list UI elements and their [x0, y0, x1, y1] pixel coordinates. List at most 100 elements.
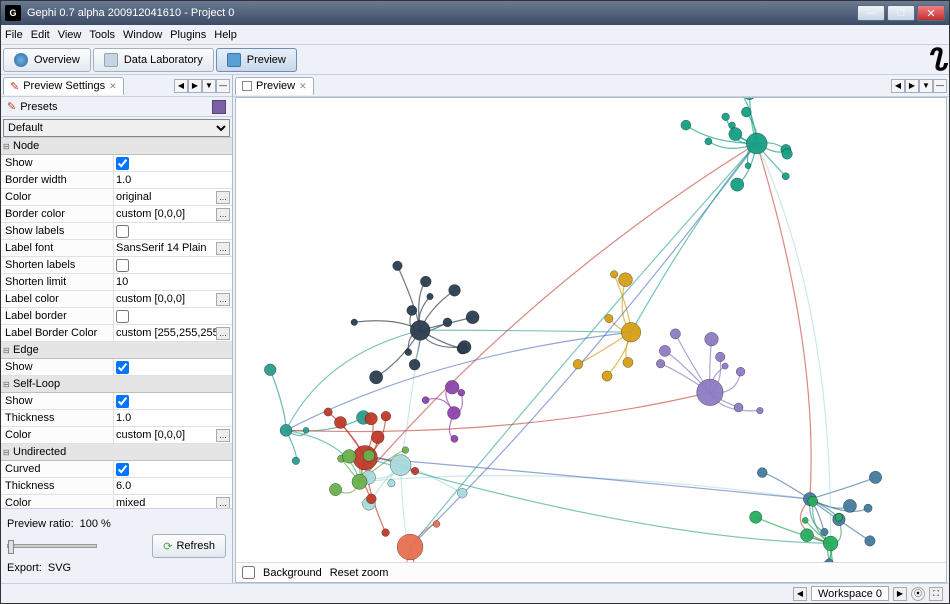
property-group-edge[interactable]: ⊟Edge	[1, 342, 232, 359]
maximize-button[interactable]: □	[887, 5, 915, 21]
property-value[interactable]: custom [0,0,0]…	[113, 291, 232, 307]
property-value[interactable]	[113, 461, 232, 477]
timeline-icon[interactable]: ⦿	[911, 587, 925, 601]
property-row: Border colorcustom [0,0,0]…	[1, 206, 232, 223]
property-checkbox[interactable]	[116, 157, 129, 170]
property-row: Label Border Colorcustom [255,255,255]…	[1, 325, 232, 342]
property-value[interactable]: 10	[113, 274, 232, 290]
property-value[interactable]	[113, 223, 232, 239]
property-edit-button[interactable]: …	[216, 191, 230, 204]
panel-dropdown-button[interactable]: ▼	[202, 79, 216, 93]
presets-label: Presets	[20, 101, 57, 113]
menu-view[interactable]: View	[58, 29, 82, 41]
property-label: Show	[1, 359, 113, 375]
menu-window[interactable]: Window	[123, 29, 162, 41]
minimize-button[interactable]: —	[857, 5, 885, 21]
network-graph	[236, 98, 946, 583]
property-row: Show	[1, 155, 232, 172]
preview-settings-tab[interactable]: ✎ Preview Settings ✕	[3, 77, 124, 95]
property-label: Thickness	[1, 478, 113, 494]
menu-tools[interactable]: Tools	[89, 29, 115, 41]
workspace-label[interactable]: Workspace 0	[811, 586, 889, 601]
property-list[interactable]: ⊟NodeShowBorder width1.0Colororiginal…Bo…	[1, 137, 232, 508]
panel-next-button[interactable]: ▶	[188, 79, 202, 93]
property-checkbox[interactable]	[116, 310, 129, 323]
property-value[interactable]	[113, 155, 232, 171]
close-tab-icon[interactable]: ✕	[299, 81, 307, 92]
export-format-link[interactable]: SVG	[48, 562, 71, 574]
menu-plugins[interactable]: Plugins	[170, 29, 206, 41]
globe-icon	[14, 53, 28, 67]
tab-preview[interactable]: Preview	[216, 48, 297, 72]
property-checkbox[interactable]	[116, 225, 129, 238]
menu-help[interactable]: Help	[214, 29, 237, 41]
property-row: Thickness1.0	[1, 410, 232, 427]
property-edit-button[interactable]: …	[216, 497, 230, 509]
background-checkbox[interactable]	[242, 566, 255, 579]
property-checkbox[interactable]	[116, 259, 129, 272]
menu-file[interactable]: File	[5, 29, 23, 41]
panel-minimize-button[interactable]: —	[216, 79, 230, 93]
property-edit-button[interactable]: …	[216, 208, 230, 221]
property-row: Label border	[1, 308, 232, 325]
panel-prev-button[interactable]: ◀	[174, 79, 188, 93]
property-edit-button[interactable]: …	[216, 429, 230, 442]
property-value[interactable]: 1.0	[113, 172, 232, 188]
property-value[interactable]: custom [0,0,0]…	[113, 427, 232, 443]
property-value[interactable]	[113, 393, 232, 409]
gephi-logo: ᔐ	[926, 43, 945, 78]
panel-next-button[interactable]: ▶	[905, 79, 919, 93]
property-label: Shorten limit	[1, 274, 113, 290]
refresh-button[interactable]: ⟳ Refresh	[152, 534, 226, 558]
property-row: Curved	[1, 461, 232, 478]
menu-edit[interactable]: Edit	[31, 29, 50, 41]
property-value[interactable]	[113, 359, 232, 375]
property-value[interactable]: original…	[113, 189, 232, 205]
property-edit-button[interactable]: …	[216, 327, 230, 340]
property-value[interactable]	[113, 308, 232, 324]
menu-bar: File Edit View Tools Window Plugins Help	[1, 25, 949, 45]
tab-overview[interactable]: Overview	[3, 48, 91, 72]
property-value[interactable]: 1.0	[113, 410, 232, 426]
property-label: Show	[1, 393, 113, 409]
property-value[interactable]: 6.0	[113, 478, 232, 494]
close-tab-icon[interactable]: ✕	[109, 81, 117, 92]
panel-prev-button[interactable]: ◀	[891, 79, 905, 93]
property-group-self-loop[interactable]: ⊟Self-Loop	[1, 376, 232, 393]
tab-data-laboratory[interactable]: Data Laboratory	[93, 48, 214, 72]
background-label: Background	[263, 567, 322, 579]
preset-select[interactable]: Default	[3, 119, 230, 137]
workspace-prev-icon[interactable]: ◀	[793, 587, 807, 601]
panel-minimize-button[interactable]: —	[933, 79, 947, 93]
workspace-next-icon[interactable]: ▶	[893, 587, 907, 601]
property-label: Label font	[1, 240, 113, 256]
property-checkbox[interactable]	[116, 463, 129, 476]
property-value[interactable]: mixed…	[113, 495, 232, 508]
property-group-undirected[interactable]: ⊟Undirected	[1, 444, 232, 461]
property-value[interactable]: custom [0,0,0]…	[113, 206, 232, 222]
fullscreen-icon[interactable]: ⛶	[929, 587, 943, 601]
property-checkbox[interactable]	[116, 395, 129, 408]
save-preset-icon[interactable]	[212, 100, 226, 114]
reset-zoom-link[interactable]: Reset zoom	[330, 567, 389, 579]
preview-ratio-slider[interactable]	[7, 544, 97, 548]
property-label: Border width	[1, 172, 113, 188]
preview-canvas[interactable]: Background Reset zoom	[235, 97, 947, 583]
preview-settings-panel: ✎ Preview Settings ✕ ◀ ▶ ▼ — ✎ Presets D…	[1, 75, 233, 583]
window-titlebar: G Gephi 0.7 alpha 200912041610 - Project…	[1, 1, 949, 25]
property-label: Shorten labels	[1, 257, 113, 273]
table-icon	[104, 53, 118, 67]
property-group-node[interactable]: ⊟Node	[1, 138, 232, 155]
preview-canvas-tab[interactable]: Preview ✕	[235, 77, 314, 95]
property-edit-button[interactable]: …	[216, 293, 230, 306]
panel-dropdown-button[interactable]: ▼	[919, 79, 933, 93]
property-value[interactable]	[113, 257, 232, 273]
close-button[interactable]: ✕	[917, 5, 945, 21]
property-checkbox[interactable]	[116, 361, 129, 374]
property-value[interactable]: custom [255,255,255]…	[113, 325, 232, 341]
preview-settings-tab-label: Preview Settings	[23, 80, 105, 92]
wand-icon: ✎	[7, 100, 16, 113]
property-label: Show labels	[1, 223, 113, 239]
property-value[interactable]: SansSerif 14 Plain…	[113, 240, 232, 256]
property-edit-button[interactable]: …	[216, 242, 230, 255]
